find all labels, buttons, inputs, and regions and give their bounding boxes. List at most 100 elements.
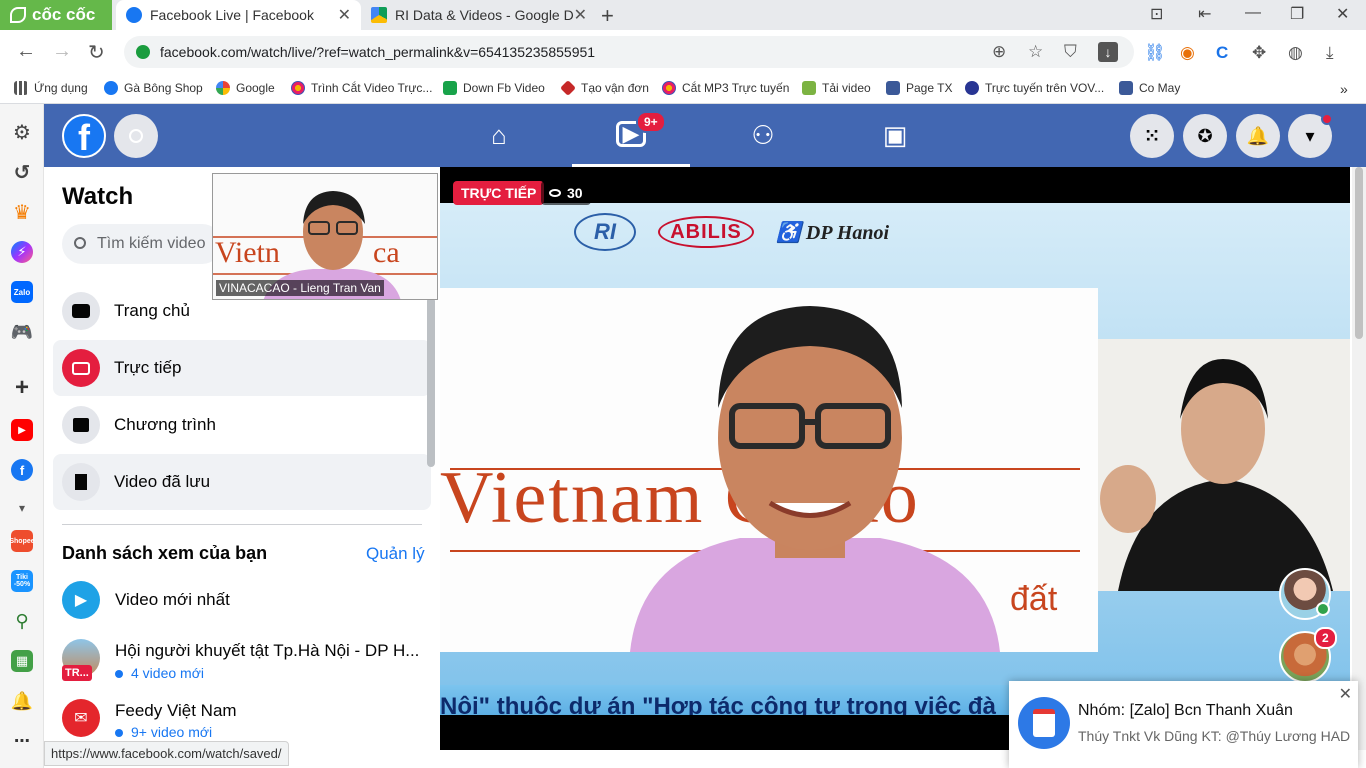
new-tab-icon[interactable]: + [601, 3, 614, 29]
more-bookmarks-icon[interactable]: » [1340, 81, 1348, 97]
dp-hanoi-logo: ♿ DP Hanoi [776, 221, 890, 244]
bookmark-tai-video[interactable]: Tải video [802, 81, 871, 95]
new-videos-count: 9+ video mới [115, 724, 212, 740]
tv-play-icon [62, 292, 100, 330]
vov-icon [965, 81, 979, 95]
manage-link[interactable]: Quản lý [366, 544, 425, 564]
shopee-icon[interactable]: Shopee [9, 530, 35, 552]
bookmark-down-fb-video[interactable]: Down Fb Video [443, 81, 545, 95]
page-title: Watch [62, 183, 134, 210]
tab-facebook-live[interactable]: Facebook Live | Facebook ✕ [116, 0, 361, 30]
messenger-icon[interactable]: ⚡ [11, 241, 33, 263]
tab-ri-data[interactable]: RI Data & Videos - Google D ✕ [361, 0, 597, 30]
shield-icon[interactable]: ⛉ [1064, 42, 1077, 62]
history-icon[interactable]: ↺ [11, 161, 33, 184]
notepad-icon [1018, 697, 1070, 749]
extensions-puzzle-icon[interactable]: ✥ [1252, 43, 1266, 63]
online-status-dot [1316, 602, 1330, 616]
nav-home-tab[interactable]: ⌂ [440, 104, 558, 167]
forward-icon[interactable]: → [52, 40, 72, 63]
downloads-icon[interactable]: ⤓ [1326, 43, 1334, 63]
bookmark-tao-van-don[interactable]: Tạo vận đơn [560, 80, 649, 96]
facebook-square-icon [1119, 81, 1133, 95]
bookmark-vov[interactable]: Trực tuyến trên VOV... [965, 81, 1104, 95]
facebook-icon[interactable]: f [11, 459, 33, 481]
back-icon[interactable]: ← [16, 40, 36, 63]
reload-icon[interactable]: ↻ [88, 40, 105, 65]
download-arrow-icon [802, 81, 816, 95]
address-bar[interactable]: facebook.com/watch/live/?ref=watch_perma… [124, 36, 1134, 68]
add-icon[interactable]: + [11, 374, 33, 401]
sidebar-item-live[interactable]: Trực tiếp [53, 340, 431, 396]
page-scrollbar[interactable] [1352, 167, 1366, 750]
bookmark-ga-bong-shop[interactable]: Gà Bông Shop [104, 81, 203, 95]
nav-gaming-tab[interactable]: ▣ [836, 104, 954, 167]
sheet-icon[interactable]: ▦ [11, 650, 33, 672]
zalo-notification-toast[interactable]: Nhóm: [Zalo] Bcn Thanh Xuân Thúy Tnkt Vk… [1009, 681, 1358, 768]
nav-watch-tab[interactable]: ▶ 9+ [572, 104, 690, 167]
watchlist-item-latest[interactable]: ▶ Video mới nhất [62, 581, 432, 635]
speaker-person [630, 306, 1000, 652]
close-icon[interactable]: ✕ [1339, 684, 1352, 704]
close-tab-icon[interactable]: ✕ [574, 5, 587, 25]
nav-groups-tab[interactable]: ⚇ [704, 104, 822, 167]
bookmark-apps[interactable]: Ứng dụng [14, 81, 88, 95]
sidebar-scrollbar[interactable] [427, 297, 435, 467]
zalo-icon[interactable]: Zalo [11, 281, 33, 303]
ri-logo: RI [574, 213, 636, 251]
restore-icon[interactable]: ❐ [1290, 4, 1304, 24]
link-extension-icon[interactable]: ⛓ [1144, 43, 1166, 63]
zoom-icon[interactable]: ⊕ [992, 42, 1006, 62]
bookmark-icon [62, 463, 100, 501]
coccoc-menu-button[interactable]: cốc cốc [0, 0, 112, 30]
video-search-input[interactable]: Tìm kiếm video [62, 224, 222, 264]
minimize-icon[interactable]: — [1245, 4, 1261, 22]
settings-gear-icon[interactable]: ⚙ [11, 121, 33, 144]
notifications-button[interactable]: 🔔 [1236, 114, 1280, 158]
dots-icon [662, 81, 676, 95]
interpreter-person [1098, 339, 1350, 591]
bookmark-star-icon[interactable]: ☆ [1028, 42, 1043, 62]
back-arrow-icon[interactable]: ⇤ [1198, 4, 1211, 24]
search-tabs-icon[interactable]: ⊡ [1150, 4, 1163, 24]
profile-icon[interactable]: ◍ [1288, 43, 1303, 63]
close-window-icon[interactable]: ✕ [1336, 4, 1349, 24]
caret-down-icon: ▾ [1305, 125, 1315, 146]
bookmark-google[interactable]: Google [216, 81, 275, 95]
crown-icon[interactable]: ♛ [11, 201, 33, 224]
url-text[interactable]: facebook.com/watch/live/?ref=watch_perma… [160, 44, 595, 60]
live-video-player[interactable]: RI ABILIS ♿ DP Hanoi Vietnam Cacao đất N… [440, 167, 1350, 750]
menu-grid-button[interactable]: ⁙ [1130, 114, 1174, 158]
bookmark-cat-mp3[interactable]: Cắt MP3 Trực tuyến [662, 81, 789, 95]
search-button[interactable] [114, 114, 158, 158]
tiki-icon[interactable]: Tiki -50% [11, 570, 33, 592]
extension-color-icon[interactable]: ◉ [1180, 43, 1195, 63]
scroll-thumb[interactable] [1355, 167, 1363, 339]
notification-bell-icon[interactable]: 🔔 [11, 690, 33, 712]
bookmark-co-may[interactable]: Co May [1119, 81, 1180, 95]
bookmark-trinh-cat-video[interactable]: Trình Cắt Video Trực... [291, 81, 432, 95]
play-circle-icon: ▶ [62, 581, 100, 619]
groups-icon: ⚇ [751, 120, 775, 150]
game-controller-icon[interactable]: 🎮 [11, 321, 33, 343]
account-button[interactable]: ▾ [1288, 113, 1333, 158]
grid-menu-icon: ⁙ [1144, 125, 1160, 146]
bookmark-page-tx[interactable]: Page TX [886, 81, 952, 95]
download-video-icon[interactable]: ↓ [1098, 42, 1118, 62]
link-status-bar: https://www.facebook.com/watch/saved/ [44, 741, 289, 766]
more-options-icon[interactable]: ⋯ [11, 730, 33, 752]
sidebar-item-shows[interactable]: Chương trình [53, 397, 431, 453]
sidebar-item-saved[interactable]: Video đã lưu [53, 454, 431, 510]
picture-in-picture-video[interactable]: Vietn ca VINACACAO - Lieng Tran Van [212, 173, 438, 300]
secure-lock-icon[interactable] [136, 45, 150, 59]
clapperboard-icon [62, 406, 100, 444]
extension-c-icon[interactable]: C [1216, 43, 1228, 63]
viewer-count: 30 [541, 181, 591, 205]
close-tab-icon[interactable]: ✕ [338, 5, 351, 25]
location-icon[interactable]: ⚲ [11, 610, 33, 632]
messenger-button[interactable]: ✪ [1183, 114, 1227, 158]
youtube-icon[interactable]: ▶ [11, 419, 33, 441]
watchlist-item-hoi-nguoi-khuyet-tat[interactable]: TR... Hội người khuyết tật Tp.Hà Nội - D… [62, 639, 432, 693]
chevron-down-icon[interactable]: ▾ [11, 497, 33, 519]
facebook-logo-icon[interactable]: f [62, 114, 106, 158]
